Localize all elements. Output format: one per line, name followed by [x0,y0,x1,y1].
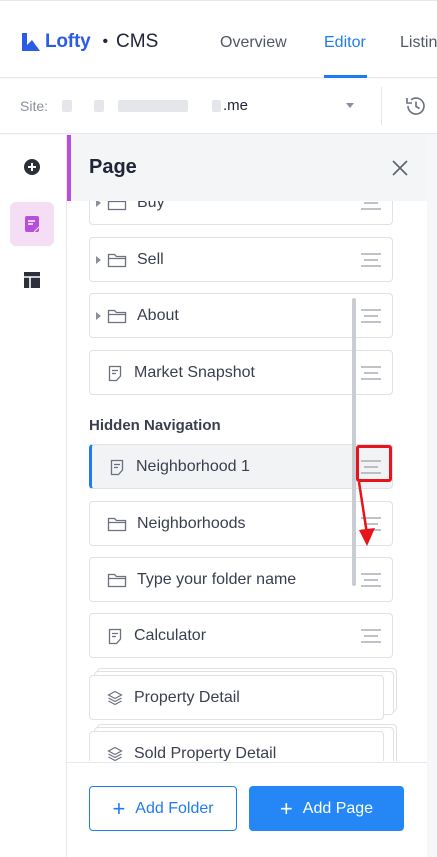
plus-circle-icon [24,159,40,175]
pages-button[interactable] [10,202,54,246]
panel-header: Page [67,135,427,201]
layers-icon [107,746,123,761]
redacted-text [212,100,221,112]
page-icon [110,459,124,476]
redacted-text [118,100,188,112]
folder-icon [107,253,127,268]
page-icon [25,216,40,233]
layout-button[interactable] [10,258,54,302]
add-page-button[interactable]: + Add Page [249,786,404,831]
drag-handle-icon[interactable] [361,309,381,323]
tree-item-new-folder[interactable]: Type your folder name [89,557,393,602]
annotation-highlight-box [356,445,392,482]
brand-separator: • [102,33,109,50]
plus-icon: + [279,795,293,821]
folder-icon [107,573,127,588]
site-value: .me [223,97,249,114]
history-icon[interactable] [403,93,429,119]
drag-handle-icon[interactable] [361,201,381,210]
tree-item-buy[interactable]: Buy [89,201,393,225]
caret-right-icon[interactable] [96,256,101,264]
folder-icon [107,309,127,324]
tree-item-label: Calculator [134,627,207,644]
tree-item-sell[interactable]: Sell [89,237,393,282]
panel-footer: + Add Folder + Add Page [67,762,427,857]
tree-item-label: Property Detail [134,689,240,706]
tree-item-about[interactable]: About [89,293,393,338]
lofty-logo-icon [22,33,40,51]
left-rail [0,135,67,857]
drag-handle-icon[interactable] [361,253,381,267]
annotation-arrow-icon [357,481,375,546]
tree-item-neighborhood-1[interactable]: Neighborhood 1 [89,444,393,489]
drag-handle-icon[interactable] [361,629,381,643]
panel-title: Page [89,156,137,178]
active-tab-indicator [324,75,367,78]
caret-right-icon[interactable] [96,201,101,207]
tab-editor[interactable]: Editor [324,34,366,52]
logo[interactable]: Lofty • CMS [20,31,158,53]
product-name: CMS [116,31,159,52]
layout-icon [24,272,40,288]
tree-item-label: Buy [137,201,165,211]
tree-item-label: Neighborhood 1 [136,458,250,475]
tab-overview[interactable]: Overview [220,34,287,52]
divider [381,87,382,125]
folder-icon [107,201,127,211]
chevron-down-icon[interactable] [346,103,354,108]
add-page-label: Add Page [302,799,374,817]
tree-item-label: About [137,307,179,324]
tab-listings[interactable]: Listin [400,34,437,52]
redacted-text [94,100,104,112]
add-folder-button[interactable]: + Add Folder [89,786,237,831]
site-bar: Site: .me [0,79,437,134]
tree-item-label: Market Snapshot [134,364,255,381]
add-element-button[interactable] [10,145,54,189]
drag-handle-icon[interactable] [361,573,381,587]
tree-item-label: Sell [137,251,164,268]
brand-name: Lofty [45,31,91,52]
plus-icon: + [112,795,126,821]
tree-item-label: Type your folder name [137,571,297,588]
caret-right-icon[interactable] [96,312,101,320]
tree-item-label: Sold Property Detail [134,745,277,761]
tree-item-neighborhoods[interactable]: Neighborhoods [89,501,393,546]
close-icon[interactable] [389,157,411,179]
tree-item-sold-property-detail[interactable]: Sold Property Detail [89,731,384,761]
tree-item-market-snapshot[interactable]: Market Snapshot [89,350,393,395]
page-icon [108,628,122,645]
page-icon [108,365,122,382]
tree-item-label: Neighborhoods [137,515,246,532]
hidden-navigation-title: Hidden Navigation [89,417,221,434]
redacted-text [62,100,72,112]
layers-icon [107,690,123,706]
drag-handle-icon[interactable] [361,366,381,380]
tree-item-property-detail[interactable]: Property Detail [89,675,384,720]
folder-icon [107,517,127,532]
tree-item-calculator[interactable]: Calculator [89,613,393,658]
top-bar: Lofty • CMS Overview Editor Listin [0,0,437,78]
add-folder-label: Add Folder [135,799,214,817]
site-label: Site: [20,98,49,114]
